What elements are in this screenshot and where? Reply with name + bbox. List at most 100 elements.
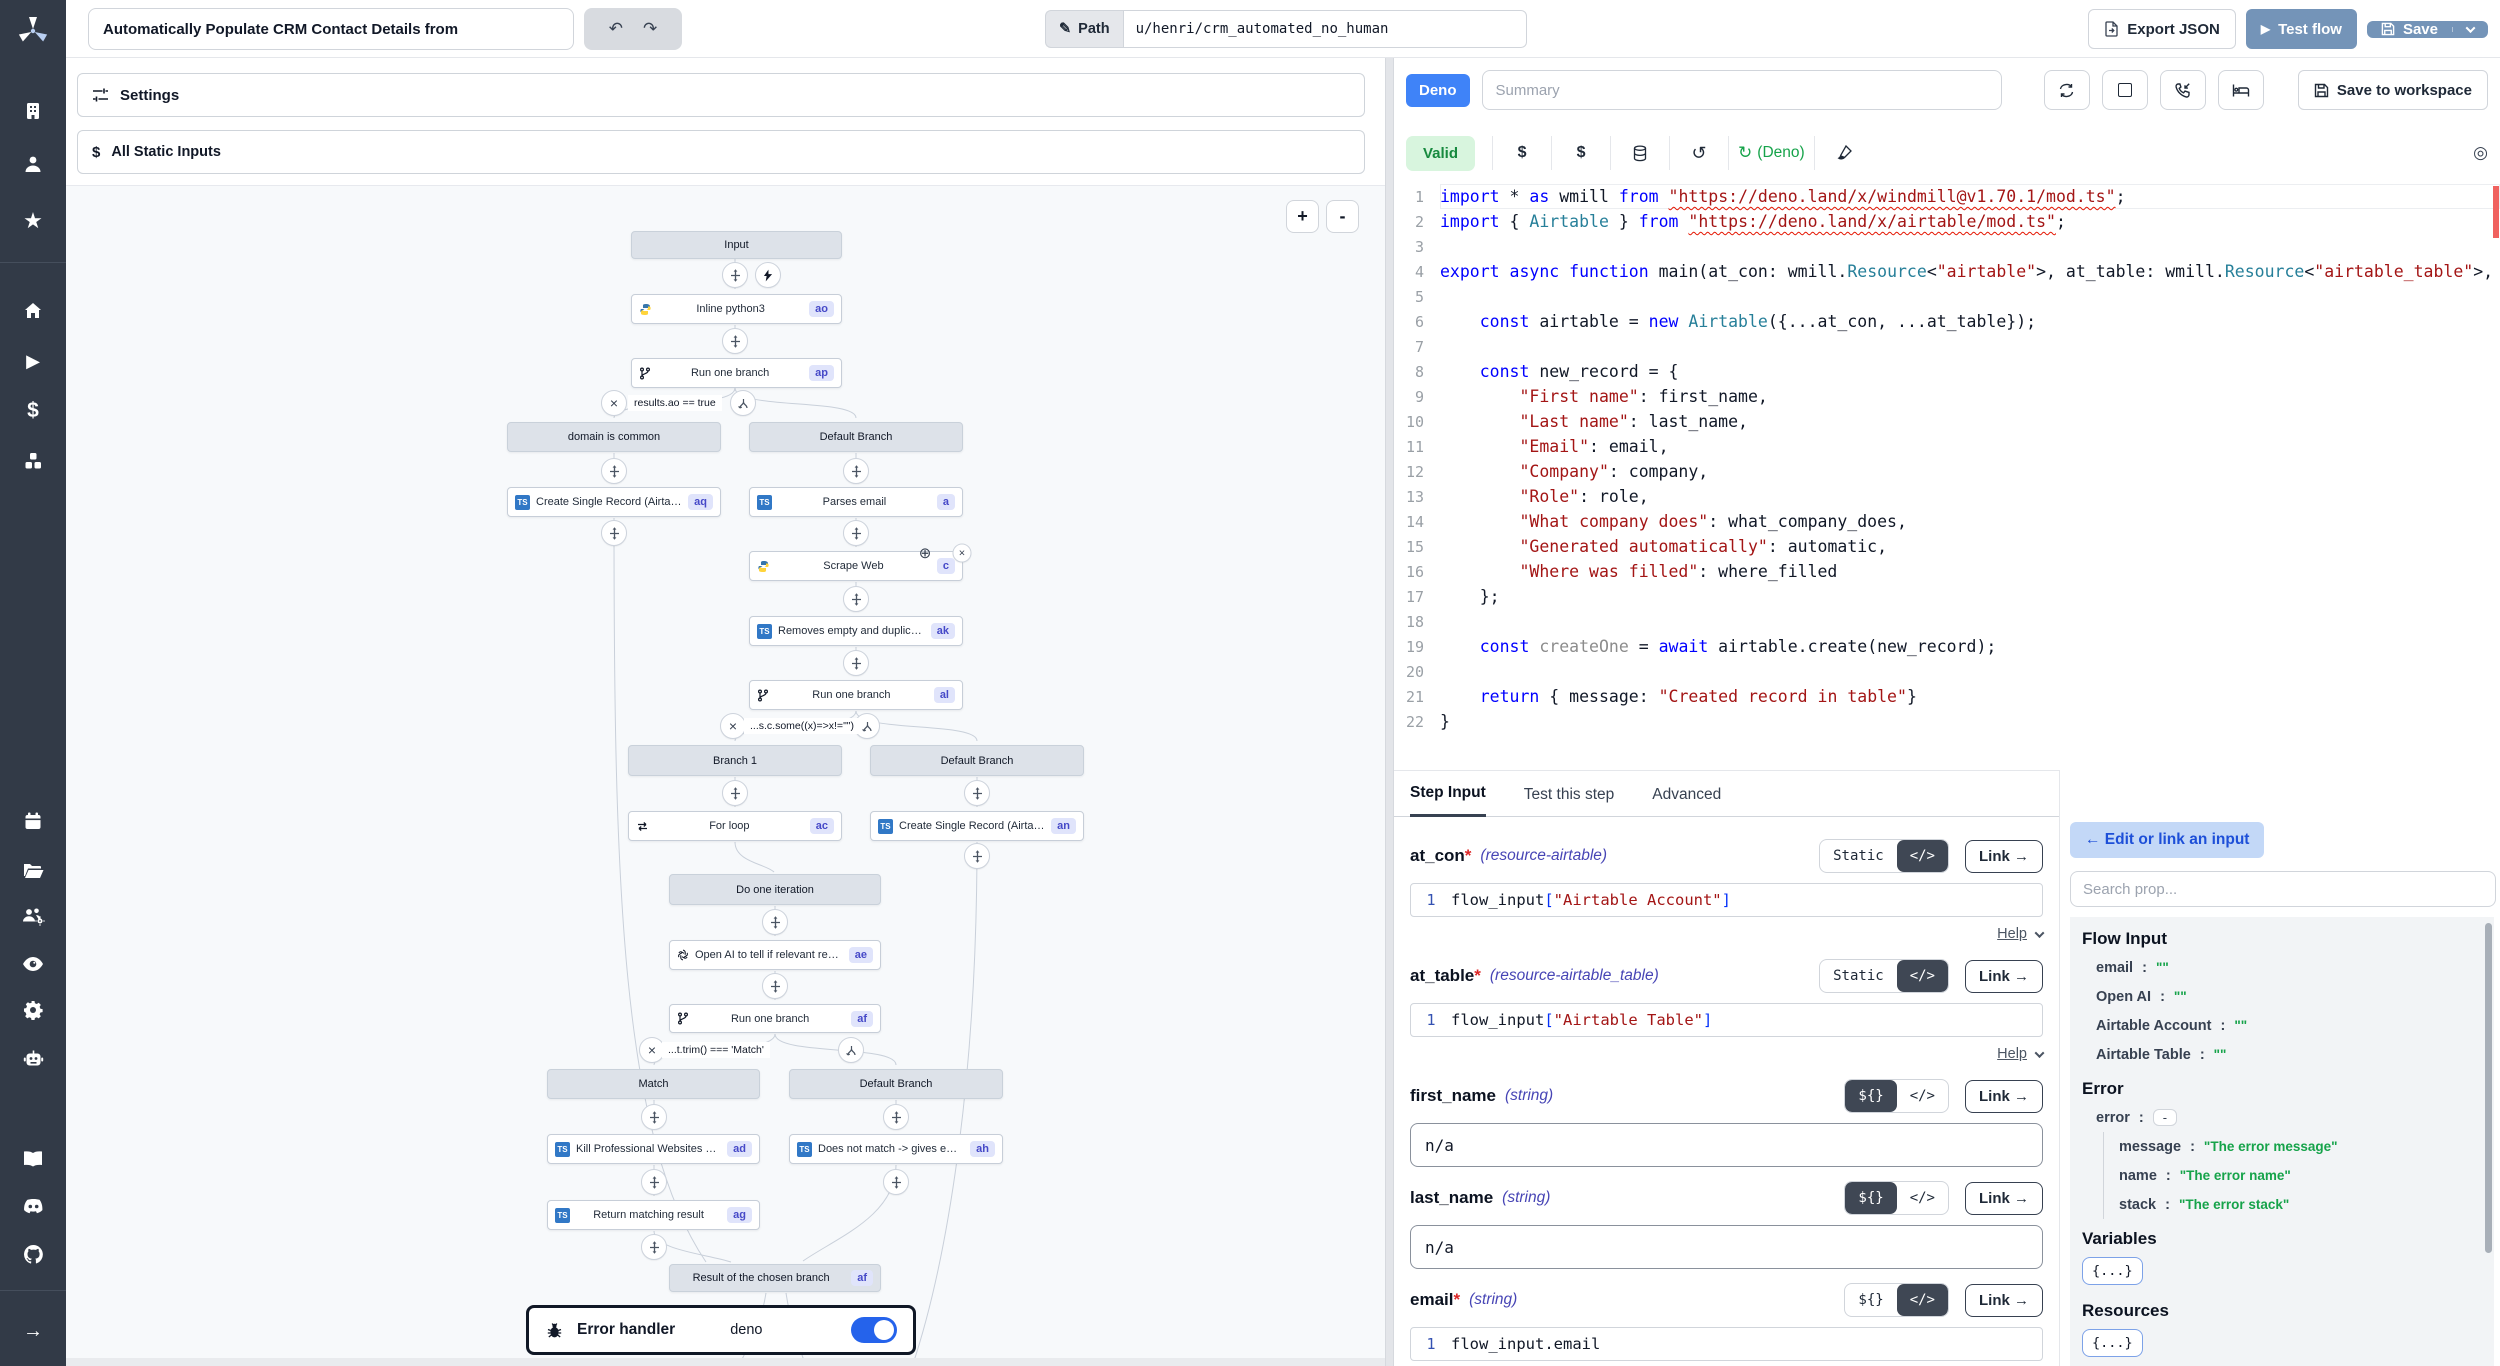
flow-node-inline_python3[interactable]: Inline python3ao <box>631 294 842 324</box>
code-line[interactable]: 7 <box>1394 334 2500 359</box>
toggle-code[interactable]: </> <box>1897 960 1948 992</box>
zoom-out-button[interactable]: - <box>1326 200 1359 233</box>
prop-row[interactable]: stack:"The error stack" <box>2104 1190 2494 1219</box>
flow-canvas[interactable]: + - InputInline python3aoRun one brancha… <box>66 185 1385 1366</box>
flow-title-input[interactable] <box>88 8 574 50</box>
link-button[interactable]: Link → <box>1965 840 2043 873</box>
workers-robot-icon[interactable] <box>0 1043 66 1073</box>
export-json-button[interactable]: Export JSON <box>2088 9 2236 49</box>
toggle-code[interactable]: </> <box>1897 1284 1948 1316</box>
insert-step-button[interactable] <box>883 1104 909 1130</box>
docs-book-icon[interactable] <box>0 1144 66 1174</box>
dollar-resource-icon[interactable]: $ <box>1561 144 1601 162</box>
insert-step-button[interactable] <box>722 328 748 354</box>
stop-square-icon-button[interactable] <box>2102 70 2148 110</box>
expand-sidebar-arrow-icon[interactable]: → <box>0 1316 66 1346</box>
error-handler-toggle[interactable] <box>851 1317 897 1343</box>
code-line[interactable]: 20 <box>1394 659 2500 684</box>
error-handler-node[interactable]: Error handler deno <box>526 1305 916 1355</box>
flow-node-openai_ae[interactable]: Open AI to tell if relevant resultae <box>669 940 881 970</box>
insert-step-button[interactable] <box>601 458 627 484</box>
save-to-workspace-button[interactable]: Save to workspace <box>2298 70 2488 110</box>
flow-node-parses_email[interactable]: TSParses emaila <box>749 487 963 517</box>
zoom-in-button[interactable]: + <box>1286 200 1319 233</box>
flow-node-run_branch_al[interactable]: Run one branchal <box>749 680 963 710</box>
flow-node-for_loop[interactable]: For loopac <box>628 811 842 841</box>
insert-step-button[interactable] <box>843 586 869 612</box>
code-line[interactable]: 21 return { message: "Created record in … <box>1394 684 2500 709</box>
expr-editor[interactable]: 1flow_input["Airtable Table"] <box>1410 1003 2043 1037</box>
tab-step-input[interactable]: Step Input <box>1410 784 1486 817</box>
code-line[interactable]: 10 "Last name": last_name, <box>1394 409 2500 434</box>
runs-play-icon[interactable]: ▶ <box>0 346 66 376</box>
toggle-code[interactable]: </> <box>1897 1080 1948 1112</box>
prop-row[interactable]: email:"" <box>2082 953 2494 982</box>
toggle-static[interactable]: ${} <box>1845 1284 1896 1316</box>
home-icon[interactable] <box>0 296 66 326</box>
path-input[interactable] <box>1123 10 1527 48</box>
code-line[interactable]: 5 <box>1394 284 2500 309</box>
toggle-static[interactable]: ${} <box>1845 1080 1896 1112</box>
insert-step-button[interactable] <box>843 520 869 546</box>
delete-node-icon[interactable]: × <box>953 544 972 563</box>
prop-row[interactable]: name:"The error name" <box>2104 1161 2494 1190</box>
toggle-code[interactable]: </> <box>1897 1182 1948 1214</box>
flow-node-create_record_aq[interactable]: TSCreate Single Record (Airtable)aq <box>507 487 721 517</box>
flow-node-result_chosen[interactable]: Result of the chosen branchaf <box>669 1264 881 1292</box>
deno-assistant-reload[interactable]: ↻ (Deno) <box>1738 143 1805 163</box>
code-line[interactable]: 2import { Airtable } from "https://deno.… <box>1394 209 2500 234</box>
resources-object-chip[interactable]: {...} <box>2082 1329 2143 1357</box>
insert-step-button[interactable] <box>722 780 748 806</box>
tab-advanced[interactable]: Advanced <box>1652 786 1721 816</box>
flow-node-kill_websites[interactable]: TSKill Professional Websites mentionsad <box>547 1134 760 1164</box>
test-flow-button[interactable]: ▶ Test flow <box>2246 9 2357 49</box>
code-line[interactable]: 22} <box>1394 709 2500 734</box>
flow-node-branch_1[interactable]: Branch 1 <box>628 745 842 776</box>
flow-node-removes_empty[interactable]: TSRemoves empty and duplicatesak <box>749 616 963 646</box>
code-line[interactable]: 3 <box>1394 234 2500 259</box>
link-button[interactable]: Link → <box>1965 1182 2043 1215</box>
code-line[interactable]: 1import * as wmill from "https://deno.la… <box>1394 184 2500 209</box>
toggle-static[interactable]: Static <box>1820 960 1897 992</box>
code-line[interactable]: 13 "Role": role, <box>1394 484 2500 509</box>
reload-icon-button[interactable] <box>2044 70 2090 110</box>
variables-object-chip[interactable]: {...} <box>2082 1257 2143 1285</box>
code-line[interactable]: 11 "Email": email, <box>1394 434 2500 459</box>
prop-row[interactable]: message:"The error message" <box>2104 1132 2494 1161</box>
format-brush-icon[interactable] <box>1824 145 1864 161</box>
hide-eye-icon[interactable]: ◎ <box>2473 143 2488 163</box>
trigger-bolt-button[interactable] <box>755 262 781 288</box>
call-incoming-icon-button[interactable] <box>2160 70 2206 110</box>
vertical-splitter[interactable] <box>1385 58 1394 1366</box>
code-editor[interactable]: 1import * as wmill from "https://deno.la… <box>1394 184 2500 770</box>
remove-branch-button[interactable]: × <box>601 390 627 416</box>
code-line[interactable]: 4export async function main(at_con: wmil… <box>1394 259 2500 284</box>
user-icon[interactable] <box>0 149 66 179</box>
summary-input[interactable] <box>1482 70 2002 110</box>
schedules-calendar-icon[interactable] <box>0 806 66 836</box>
flow-node-match[interactable]: Match <box>547 1069 760 1099</box>
insert-step-button[interactable] <box>843 650 869 676</box>
edit-or-link-input-button[interactable]: ← Edit or link an input <box>2070 822 2264 858</box>
insert-step-button[interactable] <box>722 262 748 288</box>
insert-step-button[interactable] <box>641 1169 667 1195</box>
panel-splitter[interactable] <box>2059 770 2066 1366</box>
insert-step-button[interactable] <box>964 843 990 869</box>
code-line[interactable]: 9 "First name": first_name, <box>1394 384 2500 409</box>
canvas-bottom-scrollbar[interactable] <box>66 1358 1385 1366</box>
insert-step-button[interactable] <box>641 1104 667 1130</box>
flow-node-domain_common[interactable]: domain is common <box>507 422 721 452</box>
github-icon[interactable] <box>0 1239 66 1269</box>
code-line[interactable]: 8 const new_record = { <box>1394 359 2500 384</box>
code-line[interactable]: 18 <box>1394 609 2500 634</box>
prop-row[interactable]: Airtable Table:"" <box>2082 1040 2494 1069</box>
prop-row[interactable]: Open AI:"" <box>2082 982 2494 1011</box>
all-static-inputs-bar[interactable]: $ All Static Inputs <box>77 130 1365 174</box>
code-line[interactable]: 15 "Generated automatically": automatic, <box>1394 534 2500 559</box>
expr-editor[interactable]: 1flow_input.email <box>1410 1327 2043 1361</box>
link-button[interactable]: Link → <box>1965 960 2043 993</box>
flow-node-default_branch_2[interactable]: Default Branch <box>870 745 1084 776</box>
variables-dollar-icon[interactable]: $ <box>0 396 66 426</box>
link-button[interactable]: Link → <box>1965 1080 2043 1113</box>
expr-editor[interactable]: 1flow_input["Airtable Account"] <box>1410 883 2043 917</box>
